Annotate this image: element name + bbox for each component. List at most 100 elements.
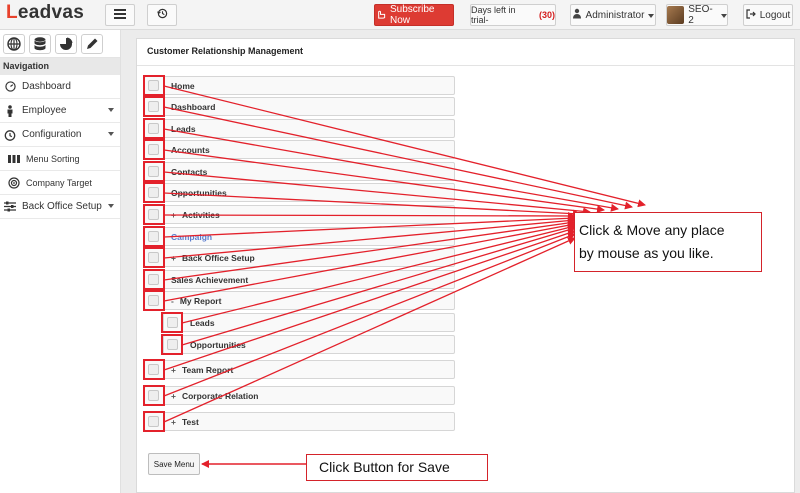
drag-note-line2: by mouse as you like. — [579, 245, 714, 261]
sidebar-item-employee[interactable]: Employee — [0, 99, 120, 123]
logout-button[interactable]: Logout — [743, 4, 793, 26]
sidebar-item-menu-sorting[interactable]: Menu Sorting — [0, 147, 120, 171]
menu-row-team-report[interactable]: + Team Report — [144, 360, 455, 379]
org-dropdown[interactable]: SEO-2 — [666, 4, 728, 26]
drag-handle-icon[interactable] — [148, 144, 159, 155]
user-icon — [572, 8, 582, 22]
menu-row-label: Home — [171, 80, 195, 91]
menu-row-label: Dashboard — [171, 101, 216, 112]
menu-row-label: Opportunities — [171, 187, 227, 198]
drag-handle-icon[interactable] — [148, 416, 159, 427]
database-icon[interactable] — [29, 34, 51, 54]
save-instruction-callout: Click Button for Save — [306, 454, 488, 481]
sidebar-item-label: Employee — [22, 105, 67, 116]
expand-toggle[interactable]: + — [171, 210, 176, 220]
user-role-label: Administrator — [585, 9, 645, 21]
menu-row-label: My Report — [179, 295, 222, 306]
sidebar-item-label: Back Office Setup — [22, 201, 102, 212]
trial-days-badge: Days left in trial- (30) — [470, 4, 556, 26]
drag-handle-icon[interactable] — [148, 166, 159, 177]
menu-row-label: Sales Achievement — [171, 274, 249, 285]
menu-row-label: Activities — [181, 209, 220, 220]
drag-handle-icon[interactable] — [148, 80, 159, 91]
expand-toggle[interactable]: + — [171, 365, 176, 375]
globe-icon[interactable] — [3, 34, 25, 54]
drag-handle-icon[interactable] — [148, 364, 159, 375]
drag-handle-icon[interactable] — [148, 209, 159, 220]
menu-row-label: Corporate Relation — [181, 390, 259, 401]
menu-row-label: Leads — [171, 123, 196, 134]
logout-label: Logout — [759, 9, 791, 21]
history-button[interactable] — [147, 4, 177, 26]
menu-row-leads[interactable]: Leads — [163, 313, 455, 332]
subscribe-button[interactable]: Subscribe Now — [374, 4, 454, 26]
pie-chart-icon[interactable] — [55, 34, 77, 54]
drag-handle-icon[interactable] — [167, 339, 178, 350]
menu-row-test[interactable]: + Test — [144, 412, 455, 431]
menu-row-my-report[interactable]: - My Report — [144, 291, 455, 310]
subscribe-label: Subscribe Now — [390, 4, 435, 26]
caret-down-icon — [648, 10, 655, 21]
divider — [137, 65, 794, 66]
person-icon — [4, 104, 16, 117]
days-left-count: (30) — [538, 10, 555, 20]
clock-icon — [4, 129, 16, 141]
menu-row-dashboard[interactable]: Dashboard — [144, 97, 455, 116]
sidebar-item-label: Company Target — [26, 177, 92, 188]
quick-icon-bar — [0, 30, 120, 58]
app-window: Leadvas Subscribe Now Days left in trial… — [0, 0, 800, 493]
logo: Leadvas — [6, 2, 85, 23]
sidebar-item-label: Menu Sorting — [26, 153, 80, 164]
sliders-icon — [4, 201, 16, 213]
menu-row-label: Opportunities — [190, 339, 246, 350]
menu-row-opportunities[interactable]: Opportunities — [144, 183, 455, 202]
menu-row-leads[interactable]: Leads — [144, 119, 455, 138]
menu-row-label: Back Office Setup — [181, 252, 255, 263]
menu-row-contacts[interactable]: Contacts — [144, 162, 455, 181]
org-name: SEO-2 — [688, 4, 713, 26]
menu-toggle-button[interactable] — [105, 4, 135, 26]
drag-handle-icon[interactable] — [148, 187, 159, 198]
save-menu-button[interactable]: Save Menu — [148, 453, 200, 475]
panel-title: Customer Relationship Management — [147, 46, 304, 56]
menu-row-corporate-relation[interactable]: + Corporate Relation — [144, 386, 455, 405]
sidebar-item-company-target[interactable]: Company Target — [0, 171, 120, 195]
drag-note-line1: Click & Move any place — [579, 222, 725, 238]
expand-toggle[interactable]: + — [171, 253, 176, 263]
drag-handle-icon[interactable] — [167, 317, 178, 328]
menu-row-accounts[interactable]: Accounts — [144, 140, 455, 159]
hamburger-icon — [114, 8, 126, 22]
menu-row-back-office-setup[interactable]: + Back Office Setup — [144, 248, 455, 267]
menu-row-activities[interactable]: + Activities — [144, 205, 455, 224]
sidebar-item-back-office-setup[interactable]: Back Office Setup — [0, 195, 120, 219]
sidebar-item-dashboard[interactable]: Dashboard — [0, 75, 120, 99]
columns-icon — [8, 153, 20, 165]
drag-handle-icon[interactable] — [148, 252, 159, 263]
caret-down-icon — [108, 132, 114, 136]
drag-handle-icon[interactable] — [148, 101, 159, 112]
drag-handle-icon[interactable] — [148, 123, 159, 134]
drag-handle-icon[interactable] — [148, 274, 159, 285]
pencil-icon[interactable] — [81, 34, 103, 54]
menu-row-home[interactable]: Home — [144, 76, 455, 95]
caret-down-icon — [108, 108, 114, 112]
expand-toggle[interactable]: + — [171, 391, 176, 401]
sidebar-item-configuration[interactable]: Configuration — [0, 123, 120, 147]
user-role-dropdown[interactable]: Administrator — [570, 4, 656, 26]
drag-instruction-callout: Click & Move any place by mouse as you l… — [574, 212, 762, 272]
expand-toggle[interactable]: + — [171, 417, 176, 427]
menu-row-campaign[interactable]: Campaign — [144, 227, 455, 246]
caret-down-icon — [721, 10, 727, 21]
drag-handle-icon[interactable] — [148, 390, 159, 401]
sidebar-item-label: Dashboard — [22, 81, 71, 92]
menu-row-opportunities[interactable]: Opportunities — [163, 335, 455, 354]
drag-handle-icon[interactable] — [148, 295, 159, 306]
drag-handle-icon[interactable] — [148, 231, 159, 242]
menu-row-label: Test — [181, 416, 199, 427]
sidebar: Navigation Dashboard Employee Configuratio… — [0, 30, 121, 493]
avatar — [667, 6, 685, 24]
target-icon — [8, 176, 20, 189]
nav-section-title: Navigation — [0, 58, 120, 75]
expand-toggle[interactable]: - — [171, 296, 174, 306]
menu-row-sales-achievement[interactable]: Sales Achievement — [144, 270, 455, 289]
